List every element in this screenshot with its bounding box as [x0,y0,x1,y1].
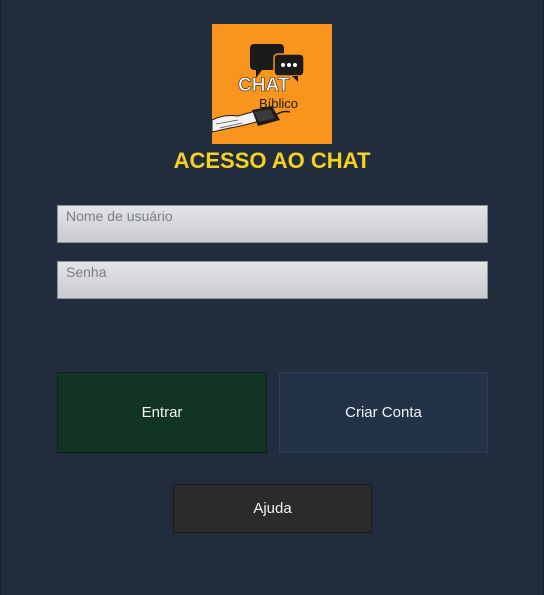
help-button-label: Ajuda [253,500,292,517]
help-button[interactable]: Ajuda [173,484,372,533]
password-field[interactable] [57,261,488,299]
logo-biblico-text: Bíblico [259,96,299,111]
enter-button[interactable]: Entrar [57,372,267,453]
username-input[interactable] [58,206,487,242]
login-window: CHAT Bíblico ACESSO AO CHAT Entrar Criar… [0,0,544,595]
password-input[interactable] [58,262,487,298]
create-account-button[interactable]: Criar Conta [279,372,488,453]
enter-button-label: Entrar [141,404,183,421]
page-title: ACESSO AO CHAT [173,148,371,173]
chat-biblico-logo: CHAT Bíblico [212,24,332,144]
username-field[interactable] [57,205,488,243]
logo-chat-text: CHAT [238,75,290,97]
create-account-button-label: Criar Conta [345,404,422,421]
